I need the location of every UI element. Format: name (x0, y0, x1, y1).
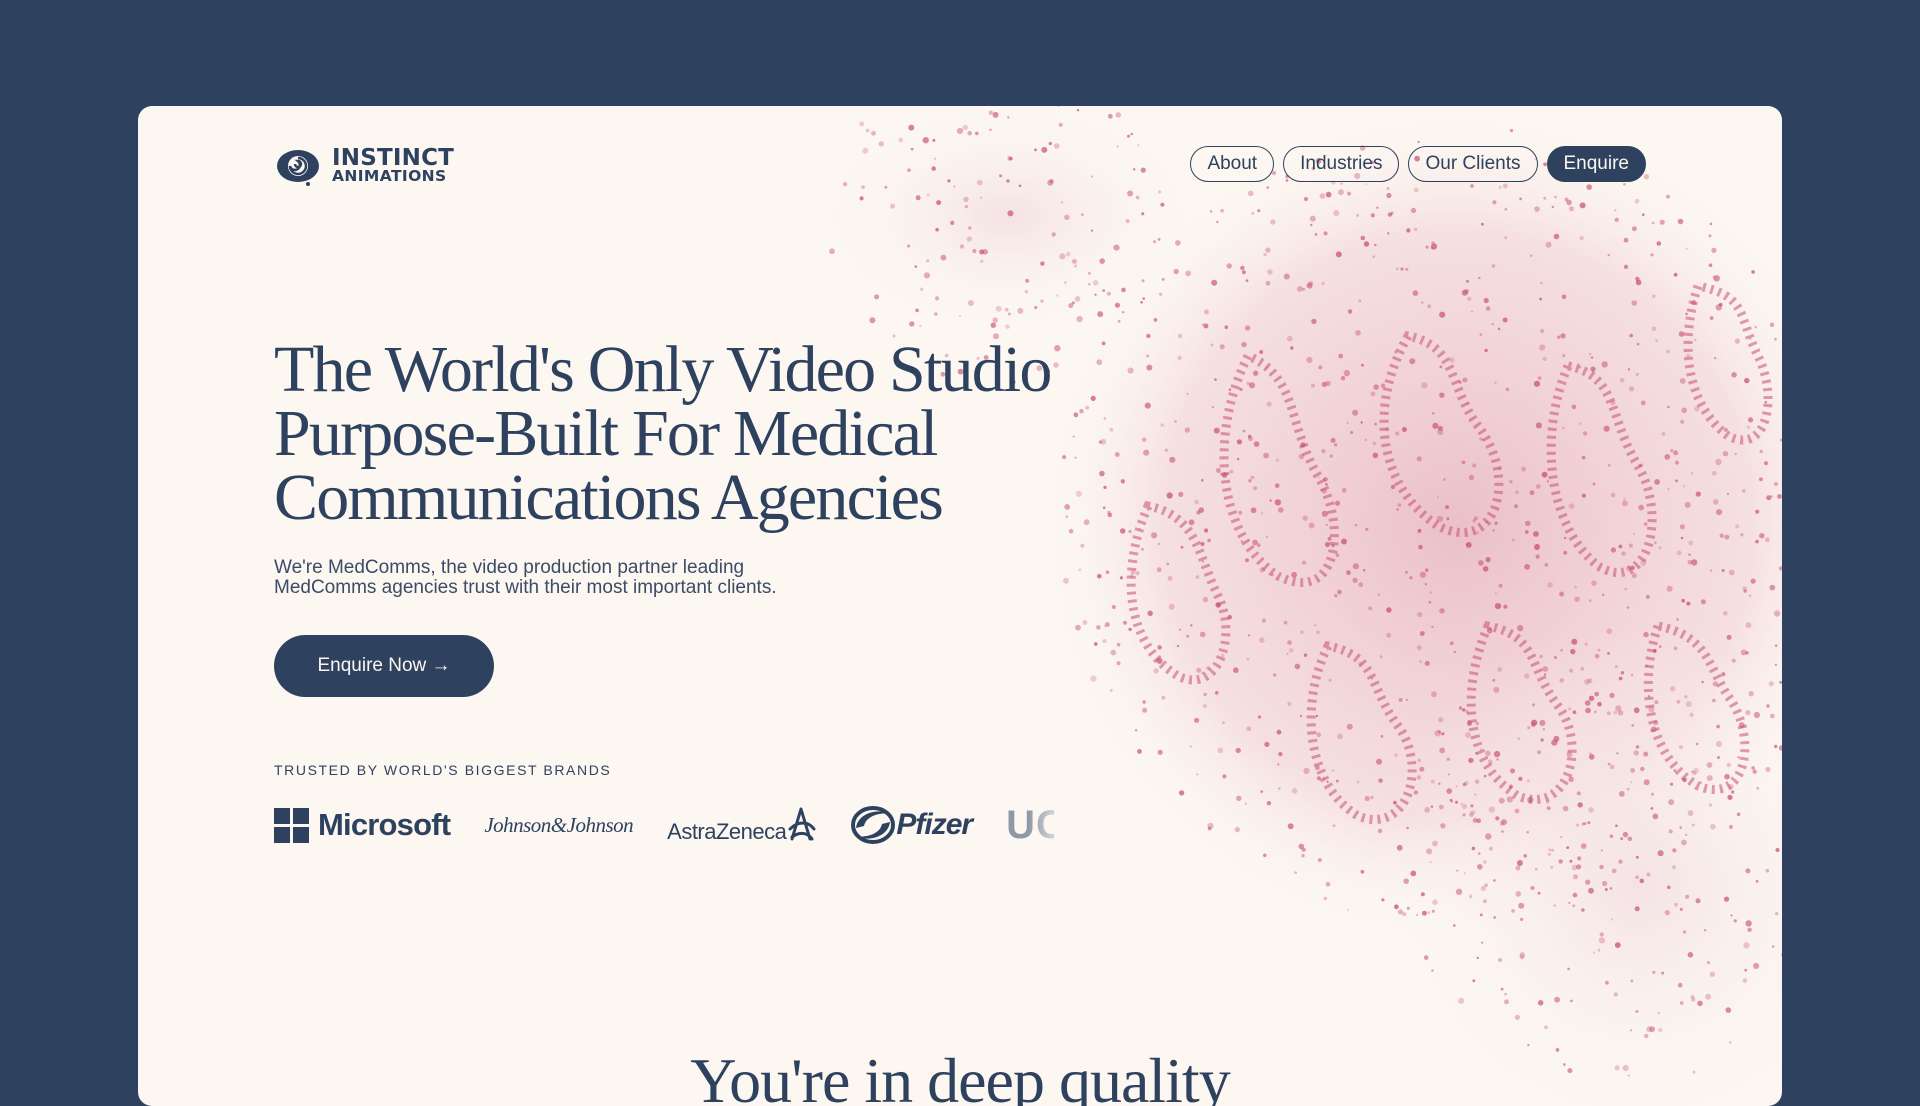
nav-industries-button[interactable]: Industries (1283, 146, 1400, 182)
brand-logo-johnson-johnson: Johnson&Johnson (484, 813, 633, 838)
brand-logo[interactable]: INSTINCT ANIMATIONS (274, 146, 454, 186)
brand-name-microsoft: Microsoft (318, 807, 451, 842)
hero-title-line-3: Communications Agencies (274, 461, 944, 534)
brand-line-1: INSTINCT (332, 145, 455, 172)
brand-line-2: ANIMATIONS (332, 167, 447, 186)
brand-wordmark: INSTINCT ANIMATIONS (332, 145, 455, 186)
brand-logo-pfizer: Pfizer (850, 802, 973, 848)
nav-enquire-button[interactable]: Enquire (1546, 146, 1646, 182)
brand-name-pfizer: Pfizer (896, 808, 973, 841)
top-nav: About Industries Our Clients Enquire (1190, 146, 1646, 182)
brand-name-johnson-johnson: Johnson&Johnson (484, 812, 634, 837)
hero-subtitle-line-2: MedComms agencies trust with their most … (274, 577, 777, 598)
brand-logo-microsoft: Microsoft (274, 807, 451, 843)
hero-card: INSTINCT ANIMATIONS About Industries Our… (138, 106, 1782, 1106)
hero-title-line-2: Purpose-Built For Medical (274, 397, 938, 470)
brand-name-astrazeneca: AstraZeneca (667, 819, 787, 844)
enquire-now-button[interactable]: Enquire Now → (274, 635, 494, 697)
nav-about-button[interactable]: About (1190, 146, 1275, 182)
pfizer-swirl-icon (851, 806, 896, 844)
hero-subtitle: We're MedComms, the video production par… (274, 558, 894, 598)
hero-subtitle-line-1: We're MedComms, the video production par… (274, 557, 745, 578)
next-section-heading: You're in deep quality (690, 1045, 1230, 1106)
nav-our-clients-button[interactable]: Our Clients (1408, 146, 1538, 182)
tissue-background-image (808, 106, 1782, 1106)
brand-logos-row: Microsoft Johnson&Johnson AstraZeneca Pf… (274, 790, 1054, 860)
hero-title-line-1: The World's Only Video Studio (274, 333, 1052, 406)
microsoft-grid-icon (274, 807, 309, 843)
brand-row-fade (1028, 790, 1088, 860)
instinct-swirl-logo-icon (277, 150, 319, 186)
astrazeneca-symbol-icon (788, 807, 816, 841)
brand-logo-astrazeneca: AstraZeneca (667, 805, 816, 845)
trusted-brands-label: TRUSTED BY WORLD'S BIGGEST BRANDS (274, 762, 612, 778)
hero-title: The World's Only Video Studio Purpose-Bu… (274, 333, 1174, 534)
